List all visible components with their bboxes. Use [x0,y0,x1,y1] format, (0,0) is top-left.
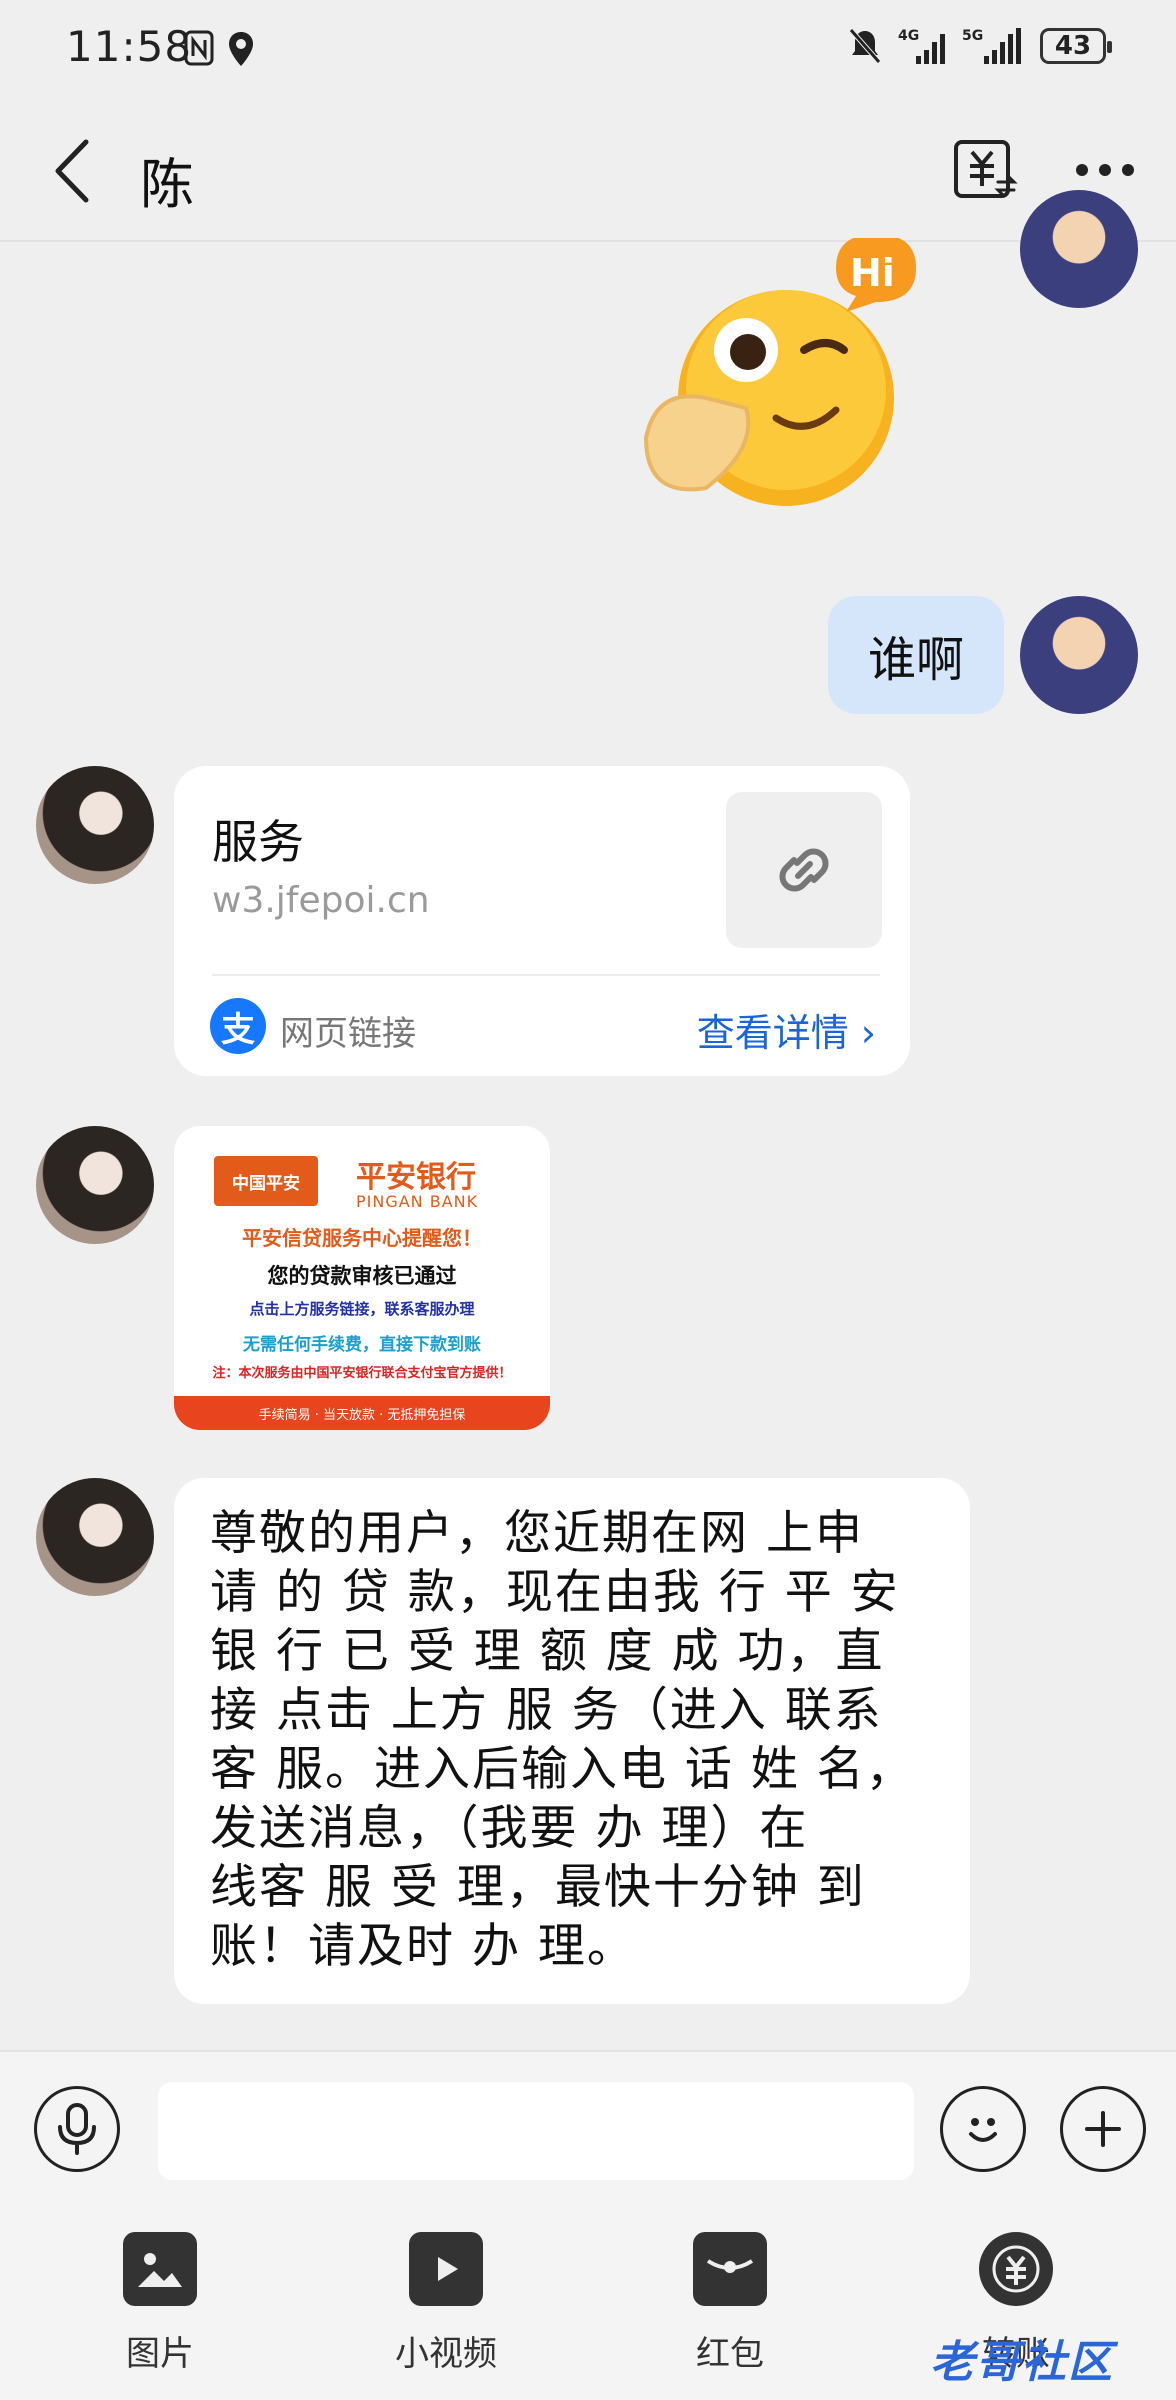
link-url: w3.jfepoi.cn [212,880,430,921]
red-packet-button[interactable]: 红包 [650,2232,810,2375]
battery-indicator: 43 [1040,28,1112,64]
mute-icon [849,28,881,64]
plus-icon [1085,2111,1121,2147]
status-time: 11:58 [66,22,193,71]
chat-title: 陈 [140,153,194,216]
more-options-icon[interactable] [1072,150,1138,190]
hi-emoji-sticker[interactable]: Hi [636,238,936,518]
message-line: 接 点击 上方 服 务（进入 联系 [210,1683,883,1738]
message-line: 发送消息，（我要 办 理）在 [210,1801,809,1856]
link-card[interactable]: 服务 w3.jfepoi.cn 支 网页链接 查看详情 › [174,766,910,1076]
image-line-4: 无需任何手续费，直接下款到账 [243,1335,481,1355]
back-button[interactable] [46,136,106,206]
image-line-2: 您的贷款审核已通过 [267,1264,457,1288]
message-line: 银 行 已 受 理 额 度 成 功，直 [210,1624,885,1679]
location-icon [229,32,253,66]
contact-avatar[interactable] [36,1126,154,1244]
video-label: 小视频 [395,2334,497,2374]
my-avatar[interactable] [1020,190,1138,308]
money-transfer-icon [979,2232,1053,2306]
text-message-bubble[interactable]: 尊敬的用户，您近期在网 上申 请 的 贷 款，现在由我 行 平 安 银 行 已 … [174,1478,970,2004]
image-message[interactable]: 中国平安 平安银行 PINGAN BANK 平安信贷服务中心提醒您！ 您的贷款审… [174,1126,550,1430]
view-details-link[interactable]: 查看详情 › [697,1002,876,1057]
emoji-button[interactable] [940,2086,1026,2172]
my-message-bubble[interactable]: 谁啊 [828,596,1004,714]
link-icon [779,848,829,892]
video-button[interactable]: 小视频 [366,2232,526,2375]
link-title: 服务 [212,815,304,869]
contact-avatar[interactable] [36,766,154,884]
red-packet-label: 红包 [696,2334,764,2374]
voice-button[interactable] [34,2086,120,2172]
signal-5g-icon: 5G [962,28,1021,64]
alipay-icon: 支 [210,998,266,1054]
chat-header: 陈 [0,100,1176,242]
ping-an-logo: 中国平安 [214,1156,318,1206]
image-icon [123,2232,197,2306]
nfc-icon [184,30,214,66]
bank-name: 平安银行 [356,1160,476,1195]
image-line-1: 平安信贷服务中心提醒您！ [242,1226,482,1250]
signal-4g-icon: 4G [898,28,945,64]
svg-text:Hi: Hi [850,251,895,295]
microphone-icon [58,2103,96,2155]
photo-button[interactable]: 图片 [80,2232,240,2375]
svg-text:4G: 4G [898,28,919,44]
photo-label: 图片 [126,2334,194,2374]
status-bar: 11:58 4G 5G 43 [0,0,1176,100]
red-packet-icon [693,2232,767,2306]
divider [212,974,880,976]
link-type-label: 网页链接 [280,1014,416,1054]
message-line: 请 的 贷 款，现在由我 行 平 安 [210,1565,900,1620]
link-thumbnail [726,792,882,948]
image-line-5: 注：本次服务由中国平安银行联合支付宝官方提供！ [212,1366,512,1381]
bank-name-en: PINGAN BANK [356,1192,479,1211]
message-line: 线客 服 受 理，最快十分钟 到 [210,1860,866,1915]
add-button[interactable] [1060,2086,1146,2172]
contact-avatar[interactable] [36,1478,154,1596]
svg-text:5G: 5G [962,28,983,44]
watermark: 老哥社区 [930,2337,1114,2388]
smiley-icon [969,2118,997,2142]
message-line: 账！请及时 办 理。 [210,1919,636,1974]
my-avatar[interactable] [1020,596,1138,714]
message-line: 客 服。进入后输入电 话 姓 名， [210,1742,915,1797]
video-icon [409,2232,483,2306]
view-details-label: 查看详情 [696,1011,849,1055]
message-line: 尊敬的用户，您近期在网 上申 [210,1506,864,1561]
transfer-icon[interactable] [952,136,1018,202]
image-footer-strip: 手续简易 · 当天放款 · 无抵押免担保 [174,1396,550,1430]
image-line-3: 点击上方服务链接，联系客服办理 [249,1300,475,1318]
message-input[interactable] [158,2082,914,2180]
